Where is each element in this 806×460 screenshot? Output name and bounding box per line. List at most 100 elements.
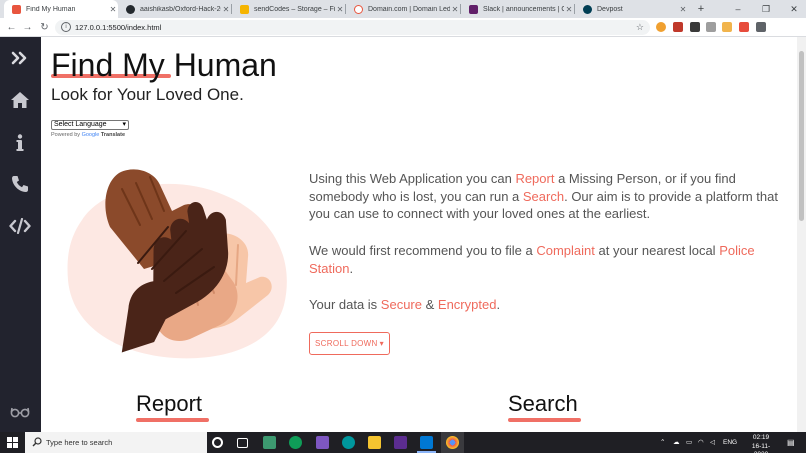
tab-title: aaishikasb/Oxford-Hack-2020	[140, 5, 221, 13]
wifi-icon[interactable]: ◠	[698, 432, 704, 453]
language-indicator[interactable]: ENG	[723, 432, 737, 453]
extension-icon[interactable]	[656, 22, 666, 32]
close-tab-icon[interactable]: ✕	[450, 5, 460, 14]
tab-github[interactable]: aaishikasb/Oxford-Hack-2020 ✕	[118, 0, 231, 18]
file-explorer-icon[interactable]	[368, 436, 381, 449]
extension-icon[interactable]	[673, 22, 683, 32]
battery-icon[interactable]: ▭	[686, 432, 692, 453]
visual-studio-icon[interactable]	[394, 436, 407, 449]
active-app-highlight	[441, 432, 464, 453]
close-tab-icon[interactable]: ✕	[335, 5, 345, 14]
close-tab-icon[interactable]: ✕	[564, 5, 574, 14]
address-bar[interactable]: i 127.0.0.1:5500/index.html ☆	[55, 20, 650, 35]
language-select[interactable]: Select Language ▾	[51, 120, 129, 130]
cortana-icon[interactable]	[212, 437, 223, 448]
tab-title: Find My Human	[26, 5, 76, 13]
scrollbar-thumb[interactable]	[799, 51, 804, 221]
extension-icon[interactable]	[739, 22, 749, 32]
language-select-value: Select Language	[54, 121, 107, 128]
extension-icon[interactable]	[722, 22, 732, 32]
tab-find-my-human[interactable]: Find My Human ✕	[4, 0, 118, 18]
arduino-icon[interactable]	[342, 436, 355, 449]
hands-illustration	[67, 169, 287, 359]
reload-button[interactable]: ↻	[37, 20, 52, 35]
taskbar-search-input[interactable]: Type here to search	[25, 432, 207, 453]
page-subtitle: Look for Your Loved One.	[51, 85, 244, 104]
tab-firebase[interactable]: sendCodes – Storage – Fireb ✕	[232, 0, 345, 18]
double-chevron-icon[interactable]	[9, 47, 31, 69]
browser-toolbar: ← → ↻ i 127.0.0.1:5500/index.html ☆ ⋮	[0, 18, 806, 51]
close-tab-icon[interactable]: ✕	[108, 5, 118, 14]
windows-taskbar: Type here to search ⌃ ☁ ▭ ◠ ◁ ENG 02:19 …	[0, 432, 806, 458]
search-link[interactable]: Search	[523, 189, 564, 204]
translate-text: Translate	[100, 132, 126, 138]
close-window-button[interactable]: ✕	[782, 0, 806, 18]
windows-start-icon[interactable]	[7, 437, 18, 448]
page-viewport: Find My Human Look for Your Loved One. S…	[0, 37, 806, 432]
notifications-icon[interactable]: ▤	[787, 432, 795, 453]
scroll-down-label: SCROLL DOWN	[315, 339, 378, 348]
taskbar-clock[interactable]: 02:19 16-11-2020	[745, 434, 777, 460]
slack-icon	[469, 4, 478, 14]
bookmark-star-icon[interactable]: ☆	[636, 20, 644, 35]
tab-devpost[interactable]: Devpost ✕	[575, 0, 688, 18]
tab-title: Slack | announcements | Oxfo	[483, 5, 564, 13]
sidebar	[0, 37, 41, 432]
forward-button[interactable]: →	[20, 20, 35, 35]
powered-by-text: Powered by	[51, 132, 81, 138]
code-icon[interactable]	[9, 215, 31, 237]
text: at your nearest local	[594, 243, 720, 258]
back-button[interactable]: ←	[4, 20, 19, 35]
extension-icon[interactable]	[690, 22, 700, 32]
tray-chevron-icon[interactable]: ⌃	[660, 432, 665, 453]
text: .	[349, 260, 354, 276]
extension-icon[interactable]	[706, 22, 716, 32]
text: .	[496, 297, 501, 312]
taskbar-app-icon[interactable]	[263, 436, 276, 449]
vscode-icon[interactable]	[420, 436, 433, 449]
minimize-button[interactable]: –	[726, 0, 750, 18]
powered-by-google-translate: Powered by Google Translate	[51, 132, 125, 138]
firebase-icon	[240, 4, 249, 14]
taskbar-app-icon[interactable]	[289, 436, 302, 449]
phone-icon[interactable]	[9, 173, 31, 195]
glasses-icon[interactable]	[9, 401, 31, 423]
chevron-down-icon: ▾	[122, 121, 126, 128]
caret-down-icon: ▾	[379, 339, 384, 348]
info-icon[interactable]: i	[61, 22, 71, 32]
volume-icon[interactable]: ◁	[710, 432, 715, 453]
report-link[interactable]: Report	[515, 171, 554, 186]
tab-title: sendCodes – Storage – Fireb	[254, 5, 335, 13]
text: Using this Web Application you can	[309, 171, 516, 186]
home-icon[interactable]	[9, 89, 31, 111]
close-tab-icon[interactable]: ✕	[221, 5, 231, 14]
task-view-icon[interactable]	[237, 438, 248, 448]
search-icon	[32, 437, 42, 447]
encrypted-text: Encrypted	[437, 297, 497, 312]
security-paragraph: Your data is Secure & Encrypted.	[309, 296, 779, 314]
text: We would first recommend you to file a	[309, 243, 537, 258]
github-icon	[126, 4, 135, 14]
search-placeholder: Type here to search	[46, 438, 113, 447]
restore-button[interactable]: ❐	[754, 0, 778, 18]
new-tab-button[interactable]: +	[694, 2, 708, 16]
text: &	[422, 297, 438, 312]
complaint-link[interactable]: Complaint	[536, 243, 595, 258]
info-icon[interactable]	[9, 132, 31, 154]
intro-paragraph: Using this Web Application you can Repor…	[309, 170, 779, 223]
secure-text: Secure	[380, 297, 422, 312]
clock-date: 16-11-2020	[751, 442, 771, 459]
text: Your data is	[309, 297, 381, 312]
close-tab-icon[interactable]: ✕	[678, 5, 688, 14]
tab-title: Domain.com | Domain Led Busi	[368, 5, 450, 13]
tab-domain[interactable]: Domain.com | Domain Led Busi ✕	[346, 0, 460, 18]
section-title-report: Report	[136, 391, 203, 416]
tab-favicon	[12, 4, 21, 14]
puzzle-extensions-icon[interactable]	[756, 22, 766, 32]
page-scrollbar[interactable]	[797, 37, 806, 432]
tab-slack[interactable]: Slack | announcements | Oxfo ✕	[461, 0, 574, 18]
google-logo: Google	[81, 132, 100, 138]
scroll-down-button[interactable]: SCROLL DOWN ▾	[309, 332, 390, 355]
cloud-icon[interactable]: ☁	[673, 432, 680, 453]
taskbar-app-icon[interactable]	[316, 436, 329, 449]
